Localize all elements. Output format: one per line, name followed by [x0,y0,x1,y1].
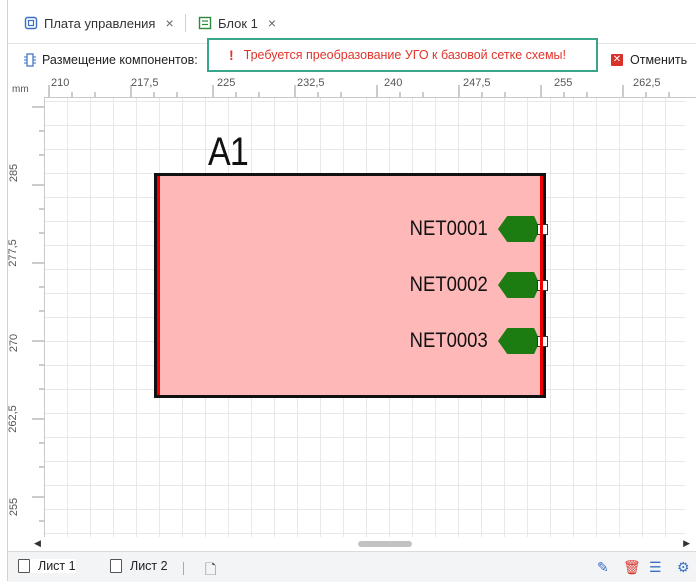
board-icon [24,16,38,30]
ruler-vertical: 285 277,5 270 262,5 255 [6,97,45,537]
sheet-tab-1[interactable]: Лист 1 [18,559,76,573]
toolbar: Размещение компонентов: ! Требуется прео… [8,38,696,78]
port-icon [498,272,540,298]
delete-icon[interactable]: 🗑 [623,559,641,576]
pin-label: NET0001 [409,217,488,240]
warning-banner: ! Требуется преобразование УГО к базовой… [207,38,598,72]
ruler-tick-label: 285 [8,163,21,183]
settings-icon[interactable]: ⚙ [677,559,690,576]
cancel-button[interactable]: ✕ Отменить [611,53,687,67]
placement-label: Размещение компонентов: [42,53,198,67]
edit-sheet-icon[interactable]: ✎ [597,559,609,576]
tab-block-label: Блок 1 [218,15,258,31]
tab-strip: Плата управления × Блок 1 × [0,0,696,581]
pin-endpoint[interactable] [537,336,548,347]
ruler-tick-label: 255 [8,497,21,517]
block-icon [198,16,212,30]
scroll-right-icon[interactable]: ▶ [683,538,690,549]
sheet-icon [18,559,30,573]
ruler-tick-label: 262,5 [633,77,661,89]
sheet-bar: Лист 1 Лист 2 🗋 ✎ 🗑 ☰ ⚙ [8,551,696,582]
ruler-horizontal: 210 217,5 225 232,5 240 247,5 255 262,5 [8,77,696,98]
scroll-thumb[interactable] [358,541,412,547]
component-block[interactable]: NET0001 NET0002 NET0003 [154,173,548,398]
tab-board-label: Плата управления [44,15,156,31]
ruler-tick-label: 277,5 [6,239,19,267]
ruler-tick-label: 240 [384,77,403,89]
ruler-tick-label: 262,5 [6,405,19,433]
ruler-tick-label: 217,5 [131,77,159,89]
tab-divider [185,14,186,32]
pin-endpoint[interactable] [537,280,548,291]
placement-button[interactable]: Размещение компонентов: [24,53,198,67]
pin-label: NET0003 [409,329,488,352]
filter-icon[interactable]: ☰ [649,559,662,576]
ruler-unit: mm [12,84,29,95]
pin-endpoint[interactable] [537,224,548,235]
placement-icon [24,53,36,67]
close-icon[interactable]: × [268,15,276,31]
close-icon[interactable]: × [165,15,173,31]
scroll-left-icon[interactable]: ◀ [34,538,41,549]
component-ref: A1 [208,130,249,174]
warning-icon: ! [229,47,234,63]
pin-net0003[interactable]: NET0003 [399,328,548,354]
sheet-label: Лист 1 [38,559,76,573]
ruler-horizontal-ticks [48,85,670,97]
horizontal-scrollbar[interactable]: ◀ ▶ [30,537,696,551]
tab-block[interactable]: Блок 1 × [198,9,276,37]
pin-label: NET0002 [409,273,488,296]
pin-net0001[interactable]: NET0001 [399,216,548,242]
sheet-label: Лист 2 [130,559,168,573]
port-icon [498,216,540,242]
schematic-canvas[interactable]: A1 NET0001 NET0002 NET0003 [45,98,696,537]
sheet-divider [183,562,184,575]
add-sheet-icon[interactable]: 🗋 [205,559,216,583]
sheet-icon [110,559,122,573]
cancel-label: Отменить [630,53,688,67]
ruler-tick-label: 255 [554,77,573,89]
ruler-tick-label: 270 [8,333,21,353]
tab-board[interactable]: Плата управления × [24,9,174,37]
vertical-scrollbar[interactable] [685,98,696,537]
ruler-tick-label: 210 [51,77,70,89]
warning-text: Требуется преобразование УГО к базовой с… [243,48,567,62]
ruler-tick-label: 232,5 [297,77,325,89]
pin-net0002[interactable]: NET0002 [399,272,548,298]
ruler-tick-label: 225 [217,77,236,89]
port-icon [498,328,540,354]
ruler-tick-label: 247,5 [463,77,491,89]
cancel-icon: ✕ [611,54,623,66]
sheet-tab-2[interactable]: Лист 2 [110,559,168,573]
